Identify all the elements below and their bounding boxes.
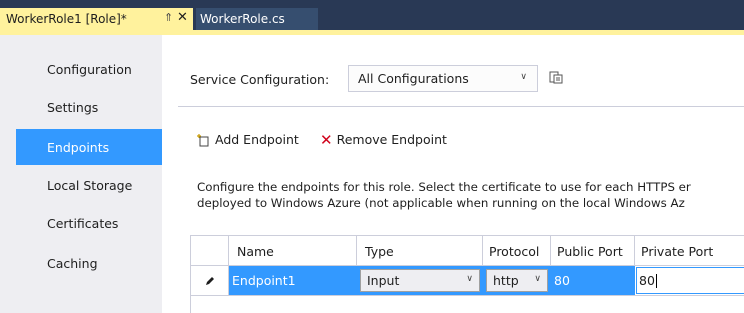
service-configuration-select[interactable]: All Configurations ∨ xyxy=(348,65,538,92)
type-value: Input xyxy=(367,273,400,288)
endpoint-name-value: Endpoint1 xyxy=(232,273,296,288)
tab-label: WorkerRole1 [Role]* xyxy=(6,12,127,26)
protocol-value: http xyxy=(493,273,519,288)
sidebar-item-label: Caching xyxy=(47,255,98,271)
cell-name[interactable]: Endpoint1 xyxy=(229,266,357,295)
description-line: Configure the endpoints for this role. S… xyxy=(197,180,691,194)
endpoints-description: Configure the endpoints for this role. S… xyxy=(197,179,744,211)
sidebar-item-label: Settings xyxy=(47,99,99,115)
chevron-down-icon: ∨ xyxy=(520,72,527,82)
column-header-label: Name xyxy=(237,243,274,259)
sidebar-item-settings[interactable]: Settings xyxy=(16,89,162,125)
close-icon[interactable]: ✕ xyxy=(177,10,188,25)
chevron-down-icon: ∨ xyxy=(466,274,473,284)
cell-type[interactable]: Input ∨ xyxy=(357,266,483,295)
column-header-label: Type xyxy=(365,243,394,259)
document-tab-strip: WorkerRole1 [Role]* ⇑ ✕ WorkerRole.cs xyxy=(0,0,744,30)
manage-configurations-icon[interactable] xyxy=(548,69,564,85)
column-header-label: Private Port xyxy=(641,243,714,259)
text-caret xyxy=(655,273,657,288)
sidebar-item-local-storage[interactable]: Local Storage xyxy=(16,167,162,203)
role-designer: Configuration Settings Endpoints Local S… xyxy=(0,35,744,313)
sidebar-item-label: Local Storage xyxy=(47,177,133,193)
column-header-name[interactable]: Name xyxy=(229,236,357,266)
divider xyxy=(178,106,744,107)
row-header[interactable] xyxy=(191,266,229,295)
protocol-select[interactable]: http ∨ xyxy=(486,269,548,292)
sidebar-item-certificates[interactable]: Certificates xyxy=(16,205,162,241)
public-port-value: 80 xyxy=(554,273,570,288)
add-endpoint-button[interactable]: Add Endpoint xyxy=(197,132,299,147)
sidebar-item-label: Endpoints xyxy=(47,139,110,155)
sidebar-item-label: Configuration xyxy=(47,61,132,77)
row-header-column xyxy=(191,236,229,266)
remove-endpoint-button[interactable]: ✕ Remove Endpoint xyxy=(320,132,447,147)
column-header-protocol[interactable]: Protocol xyxy=(483,236,551,266)
cell-private-port[interactable]: 80 xyxy=(635,266,744,295)
sidebar-item-configuration[interactable]: Configuration xyxy=(16,51,162,87)
column-header-public-port[interactable]: Public Port xyxy=(551,236,635,266)
column-header-type[interactable]: Type xyxy=(357,236,483,266)
service-configuration-label: Service Configuration: xyxy=(190,72,330,87)
endpoints-grid: Name Type Protocol Public Port Private P… xyxy=(190,235,744,313)
column-header-label: Protocol xyxy=(489,243,540,259)
private-port-value: 80 xyxy=(639,273,655,288)
column-header-private-port[interactable]: Private Port xyxy=(635,236,744,266)
tab-workerrole-cs[interactable]: WorkerRole.cs xyxy=(196,8,318,30)
tab-label: WorkerRole.cs xyxy=(200,12,285,26)
table-row[interactable]: Endpoint1 Input ∨ http ∨ 80 80 xyxy=(191,266,744,296)
chevron-down-icon: ∨ xyxy=(534,274,541,284)
sidebar-item-endpoints[interactable]: Endpoints xyxy=(16,129,162,165)
sidebar-item-label: Certificates xyxy=(47,215,119,231)
service-configuration-value: All Configurations xyxy=(358,71,469,86)
description-line: deployed to Windows Azure (not applicabl… xyxy=(197,196,685,210)
add-item-icon xyxy=(197,133,209,146)
pencil-icon xyxy=(205,276,214,285)
delete-icon: ✕ xyxy=(320,130,333,149)
endpoints-panel: Service Configuration: All Configuration… xyxy=(162,35,744,313)
add-endpoint-label: Add Endpoint xyxy=(215,132,299,147)
grid-header: Name Type Protocol Public Port Private P… xyxy=(191,236,744,266)
type-select[interactable]: Input ∨ xyxy=(360,269,480,292)
cell-public-port[interactable]: 80 xyxy=(551,266,635,295)
column-header-label: Public Port xyxy=(557,243,623,259)
tab-workerrole1-role[interactable]: WorkerRole1 [Role]* ⇑ ✕ xyxy=(0,8,193,30)
private-port-input[interactable]: 80 xyxy=(636,267,744,294)
cell-protocol[interactable]: http ∨ xyxy=(483,266,551,295)
sidebar-item-caching[interactable]: Caching xyxy=(16,245,162,281)
pin-icon[interactable]: ⇑ xyxy=(164,11,173,24)
sidebar: Configuration Settings Endpoints Local S… xyxy=(0,35,162,313)
remove-endpoint-label: Remove Endpoint xyxy=(336,132,447,147)
